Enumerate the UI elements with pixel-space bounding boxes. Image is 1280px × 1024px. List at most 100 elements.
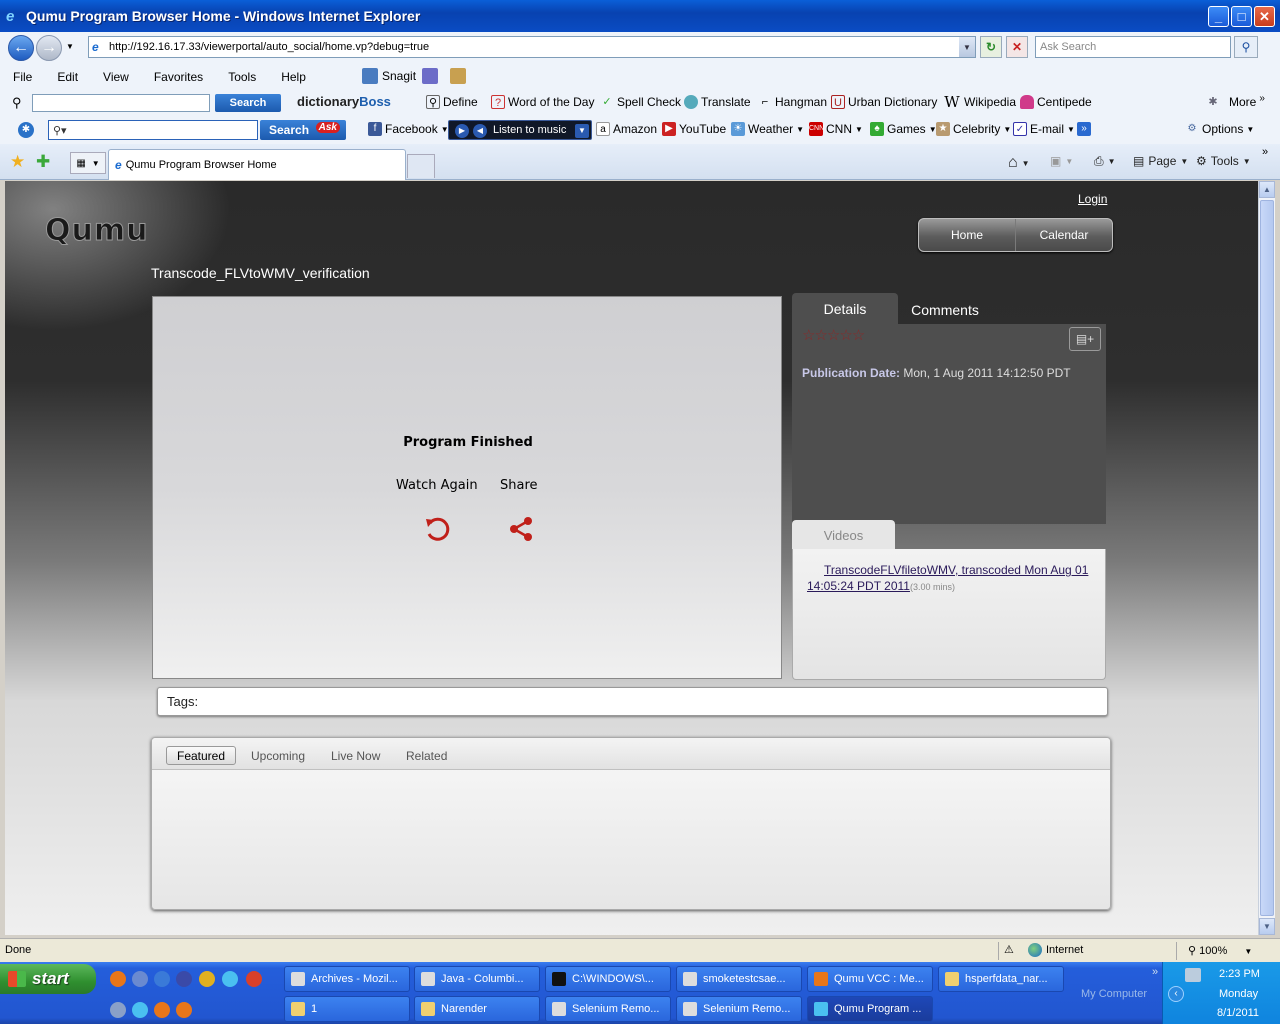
security-zone[interactable]: Internet xyxy=(1028,943,1083,957)
login-link[interactable]: Login xyxy=(1078,192,1107,206)
dictionary-search-input[interactable] xyxy=(32,94,210,112)
address-field[interactable]: e http://192.16.17.33/viewerportal/auto_… xyxy=(88,36,976,58)
music-dropdown-icon[interactable]: ▼ xyxy=(575,124,589,138)
snagit-editor-icon[interactable] xyxy=(450,68,466,84)
tab-qumu-program-browser[interactable]: e Qumu Program Browser Home xyxy=(108,149,406,180)
hangman-button[interactable]: ⌐ Hangman xyxy=(758,95,827,109)
ie-icon[interactable] xyxy=(222,971,238,987)
tab-featured[interactable]: Featured xyxy=(166,746,237,765)
volume-icon[interactable]: ◀ xyxy=(473,124,487,138)
tab-details[interactable]: Details xyxy=(792,293,898,324)
tab-list-dropdown-icon[interactable]: ▼ xyxy=(92,159,100,168)
taskbar-item[interactable]: Selenium Remo... xyxy=(545,996,671,1022)
add-to-playlist-button[interactable]: ▤+ xyxy=(1069,327,1101,351)
tab-live-now[interactable]: Live Now xyxy=(321,746,390,765)
tab-comments[interactable]: Comments xyxy=(898,296,992,324)
history-dropdown-icon[interactable]: ▼ xyxy=(66,42,74,51)
minimize-button[interactable]: _ xyxy=(1208,6,1229,27)
address-dropdown-icon[interactable]: ▼ xyxy=(959,37,975,57)
zoom-dropdown-icon[interactable]: ▼ xyxy=(1244,947,1252,956)
celebrity-button[interactable]: ★ Celebrity ▼ xyxy=(936,122,1011,136)
stop-button[interactable]: ✕ xyxy=(1006,36,1028,58)
taskbar-item[interactable]: Selenium Remo... xyxy=(676,996,802,1022)
taskbar-item-active[interactable]: Qumu Program ... xyxy=(807,996,933,1022)
zoom-control[interactable]: ⚲ 100% ▼ xyxy=(1188,944,1252,957)
tools-menu-button[interactable]: ⚙ Tools ▼ xyxy=(1196,154,1251,168)
ask-search-button[interactable]: Search Ask xyxy=(260,120,346,140)
taskbar-item[interactable]: 1 xyxy=(284,996,410,1022)
centipede-button[interactable]: Centipede xyxy=(1020,95,1092,109)
media-icon[interactable] xyxy=(199,971,215,987)
rating-stars[interactable]: ☆☆☆☆☆ xyxy=(802,326,865,344)
share-link[interactable]: Share xyxy=(500,478,538,493)
page-menu-button[interactable]: ▤ Page ▼ xyxy=(1133,154,1188,168)
qumu-logo[interactable]: Qumu xyxy=(44,213,148,249)
dictionaryboss-logo[interactable]: dictionaryBoss xyxy=(297,94,391,109)
firefox-icon[interactable] xyxy=(176,1002,192,1018)
urban-dictionary-button[interactable]: U Urban Dictionary xyxy=(831,95,937,109)
video-player[interactable]: Program Finished Watch Again Share xyxy=(152,296,782,679)
home-button[interactable]: ⌂ ▼ xyxy=(1008,154,1030,172)
replay-icon[interactable] xyxy=(423,515,451,543)
cnn-button[interactable]: CNN CNN ▼ xyxy=(809,122,863,136)
ie-icon[interactable] xyxy=(132,1002,148,1018)
taskbar-item[interactable]: Qumu VCC : Me... xyxy=(807,966,933,992)
favorites-star-icon[interactable]: ★ xyxy=(10,152,25,172)
tab-upcoming[interactable]: Upcoming xyxy=(241,746,315,765)
tab-related[interactable]: Related xyxy=(396,746,457,765)
ask-toolbar-search-input[interactable]: ⚲▾ xyxy=(48,120,258,140)
eclipse-icon[interactable] xyxy=(176,971,192,987)
scroll-up-icon[interactable]: ▲ xyxy=(1259,181,1275,198)
taskbar-item[interactable]: Java - Columbi... xyxy=(414,966,540,992)
feeds-button[interactable]: ▣ ▼ xyxy=(1050,154,1073,168)
print-button[interactable]: ⎙ ▼ xyxy=(1094,154,1116,169)
chevron-right-icon[interactable]: » xyxy=(1262,146,1268,158)
quick-launch-icon[interactable] xyxy=(154,971,170,987)
taskbar-item[interactable]: Archives - Mozil... xyxy=(284,966,410,992)
play-icon[interactable]: ▶ xyxy=(455,124,469,138)
new-tab-button[interactable] xyxy=(407,154,435,178)
back-button[interactable]: ← xyxy=(8,35,34,61)
facebook-button[interactable]: f Facebook ▼ xyxy=(368,122,449,136)
taskbar-item[interactable]: hsperfdata_nar... xyxy=(938,966,1064,992)
spell-check-button[interactable]: ✓ Spell Check xyxy=(600,95,681,109)
listen-to-music-widget[interactable]: ▶ ◀ Listen to music ▼ xyxy=(448,120,592,140)
options-button[interactable]: ⚙ Options ▼ xyxy=(1185,122,1255,136)
word-of-day-button[interactable]: ? Word of the Day xyxy=(491,95,594,109)
snagit-capture-icon[interactable] xyxy=(422,68,438,84)
search-go-button[interactable]: ⚲ xyxy=(1234,36,1258,58)
nav-home-button[interactable]: Home xyxy=(919,219,1015,251)
menu-edit[interactable]: Edit xyxy=(44,70,90,84)
nav-calendar-button[interactable]: Calendar xyxy=(1015,219,1112,251)
refresh-button[interactable]: ↻ xyxy=(980,36,1002,58)
scrollbar-thumb[interactable] xyxy=(1260,200,1274,916)
quick-launch-icon[interactable] xyxy=(110,1002,126,1018)
show-hidden-icons-icon[interactable]: ‹ xyxy=(1168,986,1184,1002)
youtube-button[interactable]: ▶ YouTube xyxy=(662,122,726,136)
taskbar-item[interactable]: C:\WINDOWS\... xyxy=(545,966,671,992)
games-button[interactable]: ♠ Games ▼ xyxy=(870,122,937,136)
start-button[interactable]: start xyxy=(0,964,96,994)
menu-file[interactable]: File xyxy=(0,70,44,84)
email-button[interactable]: ✓ E-mail ▼ xyxy=(1013,122,1075,136)
add-favorite-icon[interactable]: ✚ xyxy=(36,152,50,172)
vertical-scrollbar[interactable]: ▲ ▼ xyxy=(1258,181,1275,935)
ask-search-input[interactable]: Ask Search xyxy=(1035,36,1231,58)
maximize-button[interactable]: □ xyxy=(1231,6,1252,27)
menu-help[interactable]: Help xyxy=(268,70,318,84)
network-icon[interactable] xyxy=(1185,968,1201,982)
menu-view[interactable]: View xyxy=(90,70,141,84)
snagit-button[interactable]: Snagit xyxy=(362,68,466,84)
firefox-icon[interactable] xyxy=(154,1002,170,1018)
close-button[interactable]: ✕ xyxy=(1254,6,1275,27)
tab-videos[interactable]: Videos xyxy=(792,520,895,550)
weather-button[interactable]: ☀ Weather ▼ xyxy=(731,122,804,136)
taskbar-item[interactable]: smoketestcsae... xyxy=(676,966,802,992)
chrome-icon[interactable] xyxy=(246,971,262,987)
wikipedia-button[interactable]: W Wikipedia xyxy=(943,95,1016,110)
dictionary-search-button[interactable]: Search xyxy=(215,94,281,112)
quick-tabs-button[interactable]: ▦ ▼ xyxy=(70,152,106,174)
menu-favorites[interactable]: Favorites xyxy=(141,70,215,84)
toolbar-overflow-button[interactable]: » xyxy=(1077,122,1091,136)
share-icon[interactable] xyxy=(507,515,535,543)
